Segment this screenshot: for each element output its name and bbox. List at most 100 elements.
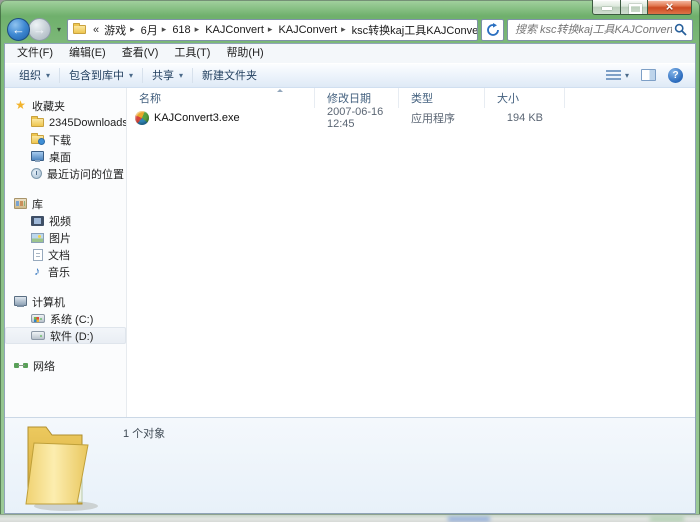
breadcrumb-overflow[interactable]: «	[89, 24, 103, 36]
column-label: 修改日期	[327, 93, 371, 105]
library-icon	[14, 198, 27, 209]
sidebar-group-libraries[interactable]: 库	[5, 195, 126, 212]
column-header-name[interactable]: 名称	[127, 88, 315, 108]
sidebar-item-label: 下载	[49, 134, 71, 147]
chevron-down-icon	[179, 71, 183, 80]
file-size: 194 KB	[506, 112, 543, 124]
sidebar-item-drive-d[interactable]: 软件 (D:)	[5, 327, 126, 344]
breadcrumb-item-current[interactable]: ksc转换kaj工具KAJConvert3	[351, 22, 477, 38]
sidebar-group-computer[interactable]: 计算机	[5, 293, 126, 310]
sidebar-group-label: 库	[32, 198, 43, 211]
file-list-empty-area[interactable]	[127, 128, 695, 417]
search-input[interactable]	[513, 22, 674, 37]
file-type: 应用程序	[411, 113, 455, 125]
address-bar[interactable]: « 游戏 6月 618 KAJConvert KAJConvert ksc转换k…	[67, 18, 478, 41]
file-list: 名称 修改日期 类型 大小 KAJConvert3.exe 2007-06-16…	[127, 88, 695, 417]
include-in-library-button[interactable]: 包含到库中	[61, 65, 141, 86]
toolbar-separator	[59, 67, 61, 83]
back-button[interactable]	[7, 18, 30, 41]
sidebar-item-label: 系统 (C:)	[50, 313, 94, 326]
breadcrumb-label: KAJConvert	[278, 23, 338, 36]
sidebar-group-favorites[interactable]: 收藏夹	[5, 97, 126, 114]
file-row-kajconvert3[interactable]: KAJConvert3.exe 2007-06-16 12:45 应用程序 19…	[127, 106, 695, 130]
menu-help[interactable]: 帮助(H)	[218, 44, 271, 63]
sidebar-item-downloads[interactable]: 下载	[5, 131, 126, 148]
sidebar-group-label: 计算机	[32, 296, 65, 309]
sidebar-item-label: 音乐	[48, 266, 70, 279]
menu-bar: 文件(F) 编辑(E) 查看(V) 工具(T) 帮助(H)	[5, 44, 695, 63]
breadcrumb-item[interactable]: 游戏	[103, 22, 140, 38]
sidebar-item-label: 图片	[49, 232, 71, 245]
sidebar-item-music[interactable]: 音乐	[5, 263, 126, 280]
file-name: KAJConvert3.exe	[154, 112, 240, 124]
column-label: 大小	[497, 93, 519, 105]
breadcrumb-item[interactable]: KAJConvert	[277, 24, 350, 36]
item-count-label: 1 个对象	[123, 428, 166, 440]
preview-pane-button[interactable]	[641, 69, 656, 81]
close-button[interactable]	[648, 0, 692, 15]
menu-view[interactable]: 查看(V)	[114, 44, 167, 63]
new-folder-button[interactable]: 新建文件夹	[194, 65, 265, 86]
breadcrumb-item[interactable]: 6月	[140, 22, 172, 38]
column-label: 名称	[139, 93, 161, 105]
explorer-window: « 游戏 6月 618 KAJConvert KAJConvert ksc转换k…	[0, 0, 700, 522]
sidebar-item-videos[interactable]: 视频	[5, 212, 126, 229]
include-label: 包含到库中	[69, 70, 125, 82]
minimize-button[interactable]	[592, 0, 621, 15]
sidebar-item-desktop[interactable]: 桌面	[5, 148, 126, 165]
video-icon	[31, 215, 44, 226]
change-view-button[interactable]	[605, 70, 629, 80]
maximize-button[interactable]	[621, 0, 648, 15]
file-date: 2007-06-16 12:45	[327, 106, 384, 130]
drive-icon	[31, 331, 45, 340]
menu-tools[interactable]: 工具(T)	[166, 44, 218, 63]
history-dropdown-icon[interactable]	[54, 25, 64, 34]
view-list-icon	[605, 70, 621, 80]
forward-button[interactable]	[28, 18, 51, 41]
computer-icon	[14, 296, 27, 307]
share-label: 共享	[152, 70, 175, 82]
sidebar-item-recent-places[interactable]: 最近访问的位置	[5, 165, 126, 182]
refresh-button[interactable]	[481, 18, 504, 41]
file-date-cell: 2007-06-16 12:45	[315, 106, 399, 130]
sidebar-item-2345downloads[interactable]: 2345Downloads	[5, 114, 126, 131]
column-header-type[interactable]: 类型	[399, 88, 485, 108]
window-bottom-frame	[0, 514, 700, 522]
recent-places-icon	[31, 168, 42, 179]
file-type-cell: 应用程序	[399, 110, 485, 126]
title-bar[interactable]	[0, 0, 580, 18]
toolbar-right-group	[605, 67, 689, 83]
share-button[interactable]: 共享	[144, 65, 191, 86]
toolbar-separator	[142, 67, 144, 83]
breadcrumb-item[interactable]: KAJConvert	[204, 24, 277, 36]
system-drive-icon	[31, 314, 45, 323]
breadcrumb-label: 6月	[140, 24, 158, 37]
client-area: 文件(F) 编辑(E) 查看(V) 工具(T) 帮助(H) 组织 包含到库中 共…	[4, 43, 696, 514]
column-header-date-modified[interactable]: 修改日期	[315, 88, 399, 108]
menu-edit[interactable]: 编辑(E)	[61, 44, 114, 63]
sidebar-group-network[interactable]: 网络	[5, 357, 126, 374]
column-header-size[interactable]: 大小	[485, 88, 565, 108]
search-icon	[674, 23, 687, 36]
body-row: 收藏夹 2345Downloads 下载 桌面	[5, 88, 695, 417]
breadcrumb-item[interactable]: 618	[171, 24, 204, 36]
breadcrumb-label: 618	[172, 23, 191, 36]
sidebar-item-label: 最近访问的位置	[47, 168, 124, 181]
folder-large-icon	[25, 426, 98, 511]
sidebar-item-drive-c[interactable]: 系统 (C:)	[5, 310, 126, 327]
sidebar-item-documents[interactable]: 文档	[5, 246, 126, 263]
organize-button[interactable]: 组织	[11, 65, 58, 86]
help-button[interactable]	[668, 67, 683, 83]
application-icon	[135, 111, 149, 125]
toolbar-separator	[192, 67, 194, 83]
navigation-pane: 收藏夹 2345Downloads 下载 桌面	[5, 88, 127, 417]
menu-file[interactable]: 文件(F)	[9, 44, 61, 63]
sidebar-group-label: 收藏夹	[32, 100, 65, 113]
column-label: 类型	[411, 93, 433, 105]
navigation-bar: « 游戏 6月 618 KAJConvert KAJConvert ksc转换k…	[7, 17, 693, 42]
sidebar-item-pictures[interactable]: 图片	[5, 229, 126, 246]
sidebar-item-label: 文档	[48, 249, 70, 262]
taskbar-smudge	[650, 517, 684, 521]
new-folder-label: 新建文件夹	[202, 70, 258, 82]
file-size-cell: 194 KB	[485, 112, 565, 124]
